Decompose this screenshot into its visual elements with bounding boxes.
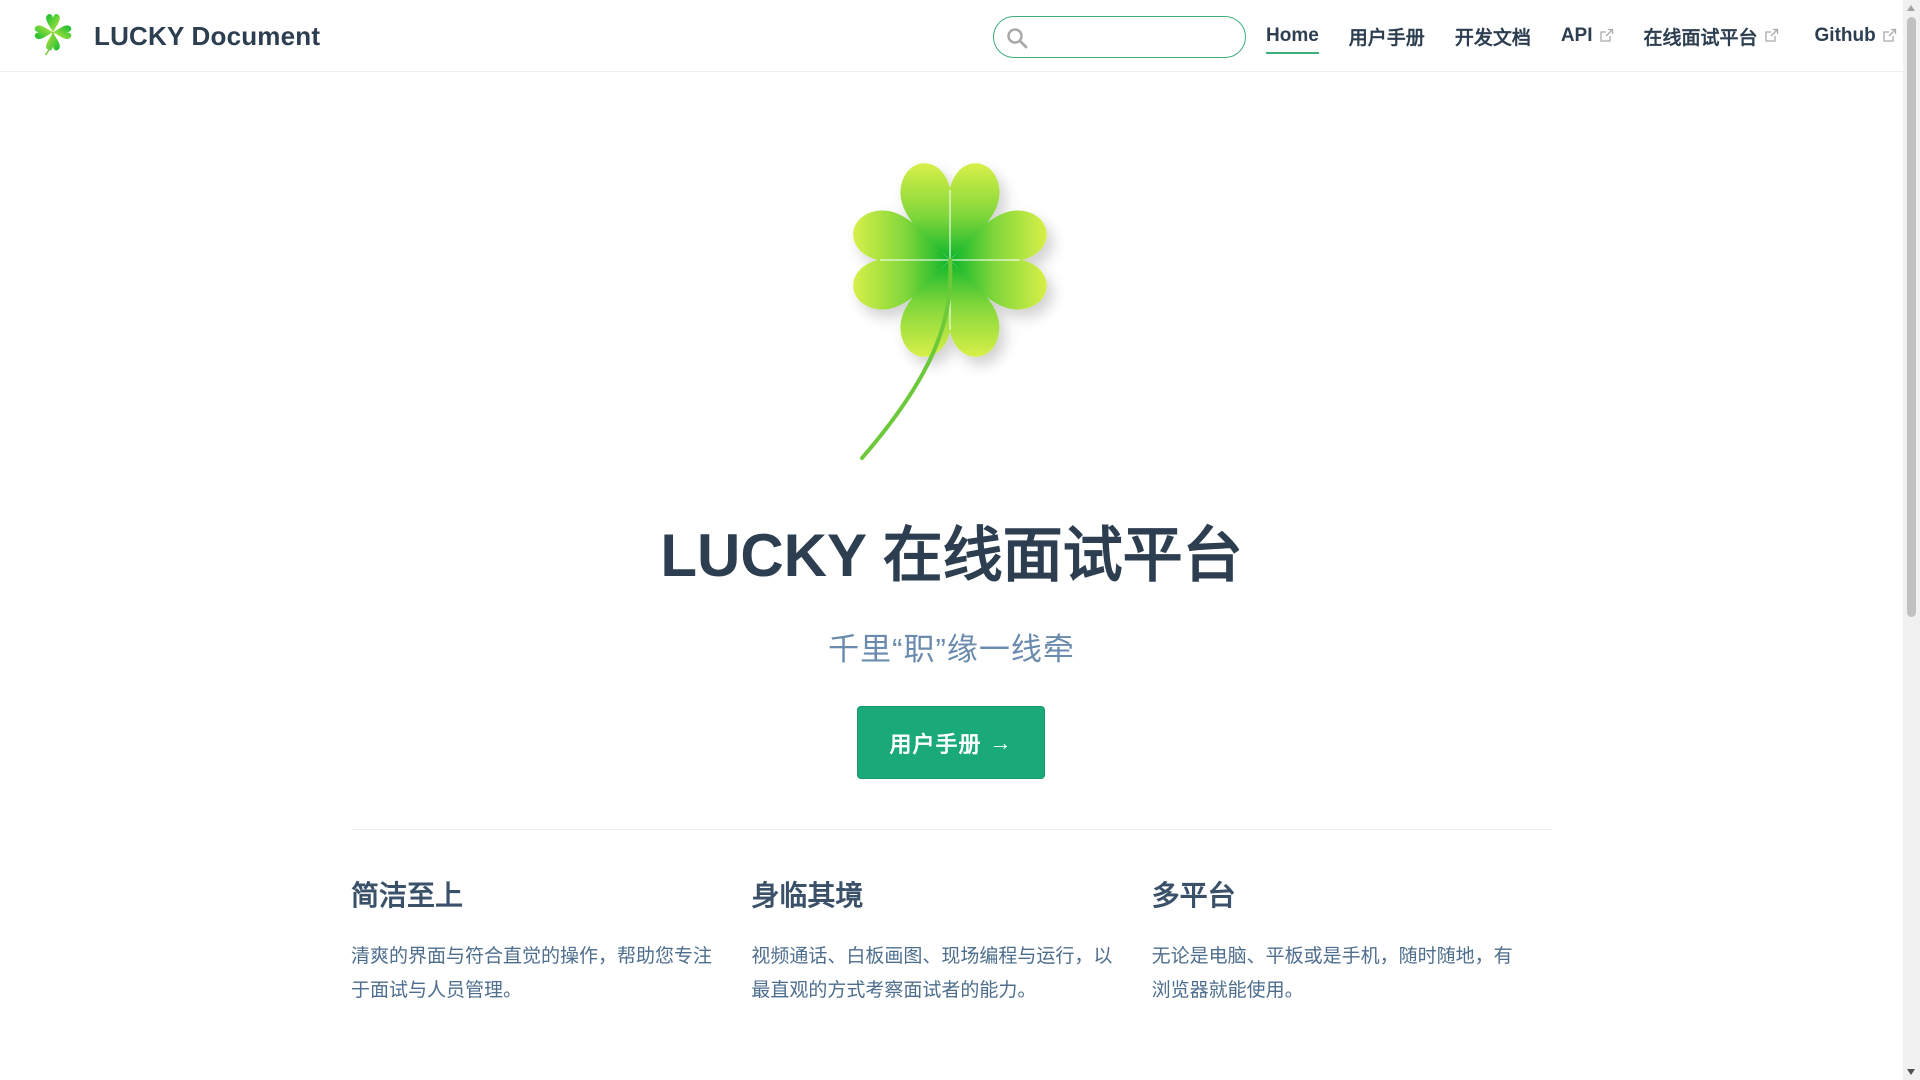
nav-link-home[interactable]: Home [1266,18,1319,54]
nav-link-label: Github [1814,25,1876,46]
search-input[interactable] [1034,23,1234,51]
search-box[interactable] [993,16,1246,58]
search-icon [1007,28,1028,49]
scrollbar-thumb[interactable] [1907,17,1916,617]
nav-link-label: 用户手册 [1348,27,1425,49]
feature-details: 清爽的界面与符合直觉的操作，帮助您专注于面试与人员管理。 [351,946,713,1001]
navbar: LUCKY Document Home 用户手册 开发文档 API 在线面试平台 [0,0,1903,72]
feature-item: 多平台 无论是电脑、平板或是手机，随时随地，有浏览器就能使用。 [1152,870,1552,1008]
divider [351,829,1552,830]
nav-link-api[interactable]: API [1561,18,1614,54]
external-link-icon [1599,28,1613,42]
nav-link-interview-platform[interactable]: 在线面试平台 [1644,18,1779,54]
feature-item: 简洁至上 清爽的界面与符合直觉的操作，帮助您专注于面试与人员管理。 [351,870,751,1008]
button-label: 用户手册 [889,731,982,757]
nav-link-user-manual[interactable]: 用户手册 [1349,18,1425,54]
home-link[interactable]: LUCKY Document [34,12,320,60]
nav-link-label: Home [1266,25,1319,46]
scroll-down-icon[interactable] [1907,1069,1915,1075]
feature-details: 无论是电脑、平板或是手机，随时随地，有浏览器就能使用。 [1151,946,1513,1001]
arrow-right-icon: → [989,729,1013,755]
external-link-icon [1764,28,1778,42]
site-name: LUCKY Document [94,20,321,51]
nav-link-label: 在线面试平台 [1643,27,1758,49]
hero-description: 千里“职”缘一线牵 [828,632,1075,667]
four-leaf-clover-icon [853,163,1047,460]
four-leaf-clover-icon [34,13,72,56]
user-manual-button[interactable]: 用户手册 → [857,706,1045,779]
nav-link-label: API [1560,25,1593,46]
vertical-scrollbar[interactable] [1903,0,1920,1080]
external-link-icon [1883,28,1896,42]
nav-link-label: 开发文档 [1454,27,1531,49]
feature-title: 多平台 [1151,880,1236,911]
feature-details: 视频通话、白板画图、现场编程与运行，以最直观的方式考察面试者的能力。 [751,946,1113,1001]
nav-links: Home 用户手册 开发文档 API 在线面试平台 Github [1266,0,1897,72]
nav-link-github[interactable]: Github [1815,18,1897,54]
feature-item: 身临其境 视频通话、白板画图、现场编程与运行，以最直观的方式考察面试者的能力。 [751,870,1151,1008]
nav-link-dev-docs[interactable]: 开发文档 [1455,18,1531,54]
hero-title: LUCKY 在线面试平台 [660,522,1243,589]
scroll-up-icon[interactable] [1907,5,1915,11]
feature-title: 身临其境 [751,880,864,911]
features: 简洁至上 清爽的界面与符合直觉的操作，帮助您专注于面试与人员管理。 身临其境 视… [351,870,1552,1008]
feature-title: 简洁至上 [351,880,464,911]
